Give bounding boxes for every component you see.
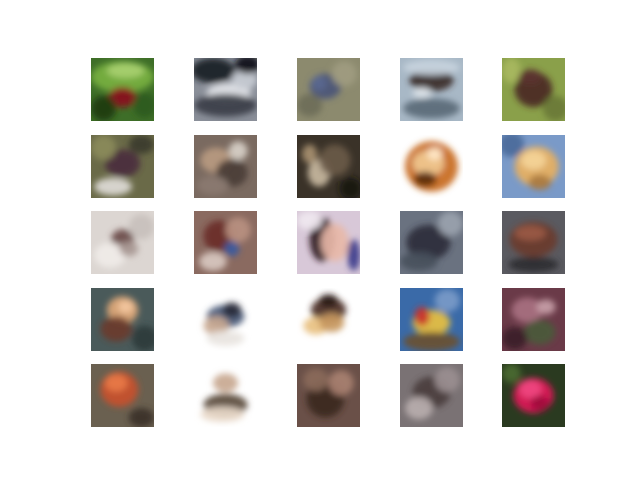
sample-r5-c5 <box>502 364 565 427</box>
sample-r4-c3 <box>297 288 360 351</box>
sample-r4-c5 <box>502 288 565 351</box>
sample-r1-c2 <box>194 58 257 121</box>
sample-r3-c3 <box>297 211 360 274</box>
sample-r1-c1 <box>91 58 154 121</box>
sample-r5-c2 <box>194 364 257 427</box>
sample-r4-c2 <box>194 288 257 351</box>
sample-r3-c1 <box>91 211 154 274</box>
sample-r5-c4 <box>400 364 463 427</box>
sample-r2-c2 <box>194 135 257 198</box>
sample-grid-figure <box>0 0 640 480</box>
sample-r4-c4 <box>400 288 463 351</box>
sample-r3-c4 <box>400 211 463 274</box>
sample-r3-c2 <box>194 211 257 274</box>
sample-r1-c5 <box>502 58 565 121</box>
sample-r1-c3 <box>297 58 360 121</box>
sample-r5-c1 <box>91 364 154 427</box>
sample-r2-c3 <box>297 135 360 198</box>
sample-r5-c3 <box>297 364 360 427</box>
sample-r2-c4 <box>400 135 463 198</box>
sample-r2-c1 <box>91 135 154 198</box>
sample-r4-c1 <box>91 288 154 351</box>
sample-r3-c5 <box>502 211 565 274</box>
sample-r1-c4 <box>400 58 463 121</box>
sample-r2-c5 <box>502 135 565 198</box>
